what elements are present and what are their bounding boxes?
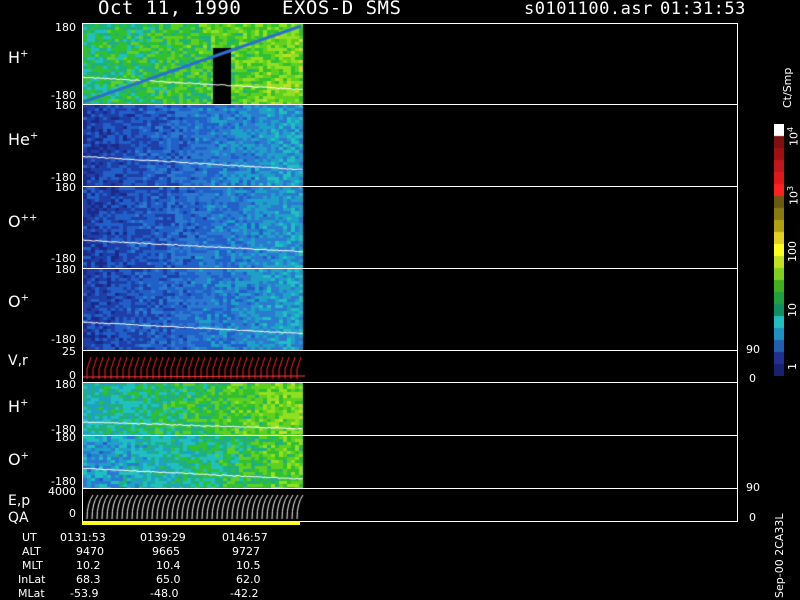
mlat-2: -48.0 <box>150 587 179 600</box>
row-label-ut: UT <box>22 531 37 544</box>
row-label-alt: ALT <box>22 545 41 558</box>
mlt-3: 10.5 <box>236 559 261 572</box>
row-label-mlat: MLat <box>18 587 45 600</box>
inlat-1: 68.3 <box>76 573 101 586</box>
mlat-1: -53.9 <box>70 587 99 600</box>
mlt-1: 10.2 <box>76 559 101 572</box>
mlat-3: -42.2 <box>230 587 259 600</box>
alt-3: 9727 <box>232 545 260 558</box>
alt-1: 9470 <box>76 545 104 558</box>
mlt-2: 10.4 <box>156 559 181 572</box>
inlat-2: 65.0 <box>156 573 181 586</box>
row-label-inlat: InLat <box>18 573 46 586</box>
ut-1: 0131:53 <box>60 531 106 544</box>
row-label-mlt: MLT <box>22 559 43 572</box>
alt-2: 9665 <box>152 545 180 558</box>
orbit-table: UT 0131:53 0139:29 0146:57 ALT 9470 9665… <box>0 0 800 600</box>
ut-3: 0146:57 <box>222 531 268 544</box>
inlat-3: 62.0 <box>236 573 261 586</box>
ut-2: 0139:29 <box>140 531 186 544</box>
exos-d-sms-plot: Oct 11, 1990 EXOS-D SMS s0101100.asr 01:… <box>0 0 800 600</box>
